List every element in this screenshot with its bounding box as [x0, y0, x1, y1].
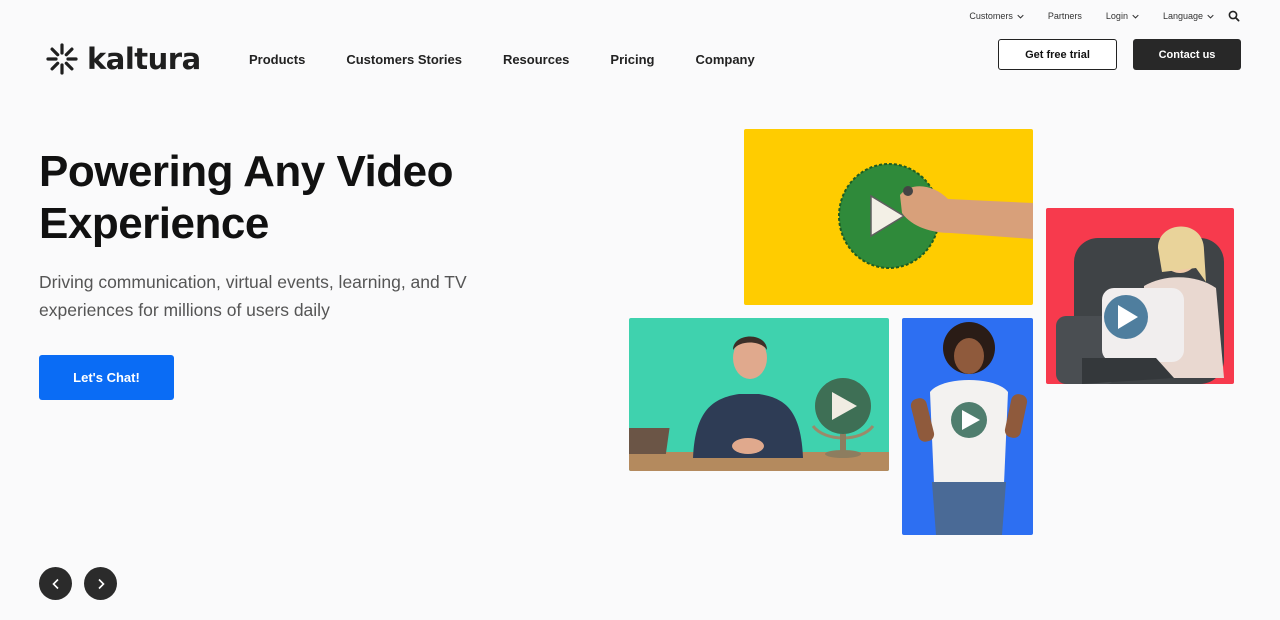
- media-tile-drawing: [744, 129, 1033, 305]
- hero-subtitle-line-2: experiences for millions of users daily: [39, 300, 330, 320]
- nav-item-resources[interactable]: Resources: [503, 52, 569, 67]
- hero-title-line-1: Powering Any Video: [39, 147, 453, 196]
- nav-item-products[interactable]: Products: [249, 52, 305, 67]
- utility-customers-label: Customers: [969, 11, 1013, 21]
- brand-name: kaltura: [87, 42, 201, 76]
- brand-logo[interactable]: kaltura: [45, 42, 201, 76]
- media-tile-drawing-image: [744, 129, 1033, 305]
- media-tile-woman-chair: [1046, 208, 1234, 384]
- nav-item-pricing[interactable]: Pricing: [610, 52, 654, 67]
- media-tile-woman-blue-image: [902, 318, 1033, 535]
- utility-language[interactable]: Language: [1163, 11, 1214, 21]
- utility-nav: Customers Partners Login Language: [969, 10, 1240, 22]
- hero-title: Powering Any Video Experience: [39, 146, 539, 250]
- utility-partners-label: Partners: [1047, 11, 1082, 21]
- chevron-left-icon: [51, 578, 59, 589]
- carousel-prev-button[interactable]: [39, 567, 72, 600]
- hero-subtitle: Driving communication, virtual events, l…: [39, 268, 509, 324]
- nav-item-company[interactable]: Company: [696, 52, 755, 67]
- media-tile-woman-blue: [902, 318, 1033, 535]
- search-icon[interactable]: [1228, 10, 1240, 22]
- main-nav: Products Customers Stories Resources Pri…: [249, 52, 796, 67]
- utility-login[interactable]: Login: [1106, 11, 1139, 21]
- media-tile-woman-chair-image: [1046, 208, 1234, 384]
- utility-customers[interactable]: Customers: [969, 11, 1024, 21]
- contact-us-button[interactable]: Contact us: [1133, 39, 1241, 70]
- nav-item-customers-stories[interactable]: Customers Stories: [346, 52, 462, 67]
- hero-subtitle-line-1: Driving communication, virtual events, l…: [39, 272, 467, 292]
- chevron-down-icon: [1207, 14, 1214, 19]
- utility-language-label: Language: [1162, 11, 1203, 21]
- get-free-trial-button[interactable]: Get free trial: [998, 39, 1117, 70]
- utility-partners[interactable]: Partners: [1048, 11, 1082, 21]
- chevron-right-icon: [97, 578, 105, 589]
- chevron-down-icon: [1017, 14, 1024, 19]
- chevron-down-icon: [1132, 14, 1139, 19]
- media-tile-man-globe-image: [629, 318, 889, 471]
- media-tile-man-globe: [629, 318, 889, 471]
- kaltura-burst-icon: [46, 43, 78, 75]
- lets-chat-button[interactable]: Let's Chat!: [39, 355, 174, 400]
- hero-title-line-2: Experience: [39, 199, 269, 248]
- utility-login-label: Login: [1105, 11, 1128, 21]
- carousel-next-button[interactable]: [84, 567, 117, 600]
